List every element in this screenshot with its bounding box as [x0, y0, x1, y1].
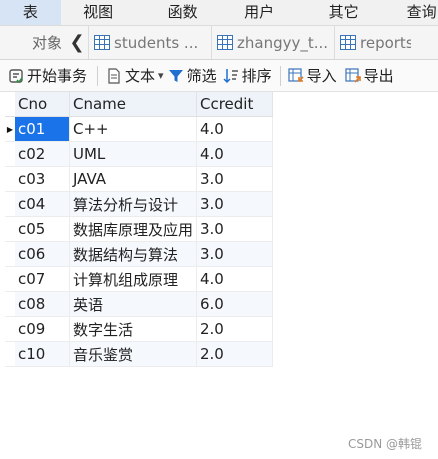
cell-ccredit[interactable]: 2.0	[196, 316, 273, 342]
document-icon	[106, 67, 122, 84]
cell-cname[interactable]: 数字生活	[69, 316, 197, 342]
export-label: 导出	[363, 67, 394, 85]
tab-label: zhangyy_t...	[237, 33, 329, 52]
row-indicator	[5, 316, 15, 342]
toolbar-divider	[97, 65, 99, 86]
column-header-cno[interactable]: Cno	[15, 92, 70, 117]
header-row: Cno Cname Ccredit	[5, 92, 273, 117]
toolbar-divider	[279, 65, 281, 86]
cell-cno[interactable]: c06	[15, 241, 70, 267]
table-icon	[340, 35, 356, 50]
import-icon	[287, 67, 304, 84]
chevron-left-icon[interactable]: ❮	[66, 32, 88, 53]
tab-reports[interactable]: reports	[334, 26, 411, 59]
cell-ccredit[interactable]: 6.0	[196, 291, 273, 317]
filter-label: 筛选	[186, 67, 217, 85]
object-tab-bar: 对象 ❮ students ... zhangyy_t... reports	[0, 26, 438, 60]
cell-ccredit[interactable]: 4.0	[196, 116, 273, 142]
cell-cno[interactable]: c10	[15, 341, 70, 367]
cell-cno[interactable]: c09	[15, 316, 70, 342]
row-indicator	[5, 266, 15, 292]
menu-item-function[interactable]: 函数	[135, 0, 229, 25]
cell-cno[interactable]: c08	[15, 291, 70, 317]
cell-cno[interactable]: c07	[15, 266, 70, 292]
table-row[interactable]: c05 数据库原理及应用 3.0	[5, 216, 273, 242]
import-label: 导入	[306, 67, 337, 85]
row-indicator	[5, 341, 15, 367]
watermark: CSDN @韩锟	[347, 437, 422, 451]
data-toolbar: 开始事务 文本 ▾ 筛选 排序 导入 导出	[0, 60, 438, 92]
table-row[interactable]: c08 英语 6.0	[5, 291, 273, 317]
sort-label: 排序	[241, 67, 272, 85]
import-button[interactable]: 导入	[285, 60, 337, 91]
begin-transaction-label: 开始事务	[27, 67, 88, 85]
filter-icon	[168, 68, 184, 84]
cell-cno[interactable]: c03	[15, 166, 70, 192]
export-button[interactable]: 导出	[337, 60, 394, 91]
cell-cname[interactable]: 算法分析与设计	[69, 191, 197, 217]
row-indicator	[5, 291, 15, 317]
cell-ccredit[interactable]: 3.0	[196, 216, 273, 242]
sort-icon	[223, 68, 239, 84]
column-header-cname[interactable]: Cname	[69, 92, 197, 117]
table-row[interactable]: c10 音乐鉴赏 2.0	[5, 341, 273, 367]
cell-ccredit[interactable]: 2.0	[196, 341, 273, 367]
tab-label: students ...	[114, 33, 199, 52]
menu-item-view[interactable]: 视图	[61, 0, 136, 25]
cell-ccredit[interactable]: 3.0	[196, 191, 273, 217]
row-indicator	[5, 166, 15, 192]
row-indicator	[5, 191, 15, 217]
row-indicator	[5, 241, 15, 267]
tab-label: reports	[360, 33, 411, 52]
menu-item-other[interactable]: 其它	[289, 0, 399, 25]
tab-students[interactable]: students ...	[88, 26, 211, 59]
cell-cno[interactable]: c01	[15, 116, 70, 142]
cell-ccredit[interactable]: 3.0	[196, 166, 273, 192]
cell-cno[interactable]: c02	[15, 141, 70, 167]
column-header-ccredit[interactable]: Ccredit	[196, 92, 273, 117]
table-row[interactable]: c09 数字生活 2.0	[5, 316, 273, 342]
cell-cname[interactable]: 英语	[69, 291, 197, 317]
cell-cname[interactable]: 数据结构与算法	[69, 241, 197, 267]
table-row[interactable]: c04 算法分析与设计 3.0	[5, 191, 273, 217]
menu-item-query[interactable]: 查询	[399, 0, 438, 25]
table-row[interactable]: c03 JAVA 3.0	[5, 166, 273, 192]
data-grid: Cno Cname Ccredit ▶ c01 C++ 4.0 c02 UML …	[5, 92, 273, 367]
text-button[interactable]: 文本 ▾	[102, 60, 164, 91]
current-row-indicator-icon: ▶	[5, 116, 15, 142]
table-row[interactable]: c07 计算机组成原理 4.0	[5, 266, 273, 292]
cell-cname[interactable]: 音乐鉴赏	[69, 341, 197, 367]
row-indicator	[5, 216, 15, 242]
begin-transaction-button[interactable]: 开始事务	[0, 60, 87, 91]
cell-cname[interactable]: C++	[69, 116, 197, 142]
row-indicator	[5, 141, 15, 167]
sort-button[interactable]: 排序	[217, 60, 272, 91]
cell-cname[interactable]: 计算机组成原理	[69, 266, 197, 292]
menu-item-user[interactable]: 用户	[230, 0, 289, 25]
table-icon	[217, 35, 233, 50]
cell-ccredit[interactable]: 3.0	[196, 241, 273, 267]
cell-cno[interactable]: c04	[15, 191, 70, 217]
text-label: 文本	[125, 67, 156, 85]
table-row[interactable]: c02 UML 4.0	[5, 141, 273, 167]
objects-tab[interactable]: 对象	[0, 32, 66, 53]
tab-zhangyy[interactable]: zhangyy_t...	[211, 26, 334, 59]
cell-cname[interactable]: 数据库原理及应用	[69, 216, 197, 242]
cell-ccredit[interactable]: 4.0	[196, 266, 273, 292]
table-row[interactable]: ▶ c01 C++ 4.0	[5, 116, 273, 142]
row-indicator-header	[5, 92, 15, 117]
transaction-icon	[8, 68, 24, 84]
menu-bar: 表 视图 函数 用户 其它 查询	[0, 0, 438, 26]
cell-cno[interactable]: c05	[15, 216, 70, 242]
filter-button[interactable]: 筛选	[164, 60, 217, 91]
cell-ccredit[interactable]: 4.0	[196, 141, 273, 167]
cell-cname[interactable]: UML	[69, 141, 197, 167]
cell-cname[interactable]: JAVA	[69, 166, 197, 192]
table-row[interactable]: c06 数据结构与算法 3.0	[5, 241, 273, 267]
table-icon	[94, 35, 110, 50]
export-icon	[345, 67, 361, 84]
menu-item-table[interactable]: 表	[0, 0, 61, 25]
